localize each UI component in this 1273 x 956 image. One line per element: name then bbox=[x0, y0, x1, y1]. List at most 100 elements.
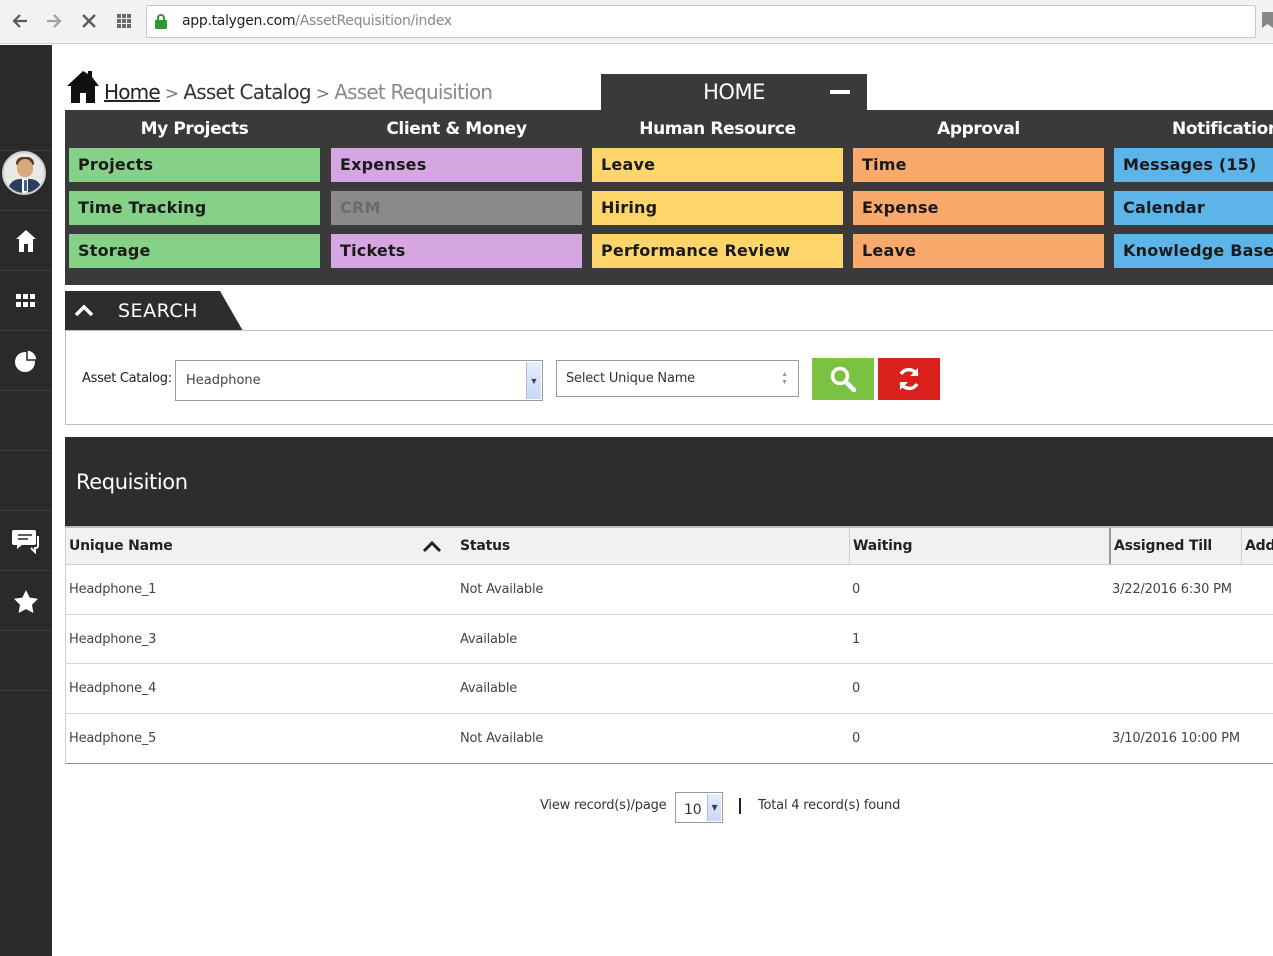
menu-heading: Human Resource bbox=[639, 119, 796, 139]
sidebar-item-blank-1 bbox=[0, 391, 52, 451]
menu-item-approval-time[interactable]: Time bbox=[853, 148, 1104, 182]
requisition-title: Requisition bbox=[76, 470, 188, 494]
sort-ascending-icon[interactable] bbox=[421, 538, 443, 554]
cell-status: Not Available bbox=[460, 730, 544, 746]
column-header-unique-name[interactable]: Unique Name bbox=[66, 528, 458, 564]
bookmark-icon[interactable] bbox=[1262, 12, 1273, 28]
cell-waiting: 1 bbox=[852, 631, 861, 647]
cell-waiting: 0 bbox=[852, 730, 861, 746]
cell-unique-name: Headphone_3 bbox=[69, 631, 157, 647]
chevron-down-icon[interactable]: ▼ bbox=[707, 794, 721, 821]
lock-icon bbox=[155, 14, 167, 29]
breadcrumb-separator: > bbox=[315, 84, 330, 104]
total-records-text: Total 4 record(s) found bbox=[758, 798, 901, 813]
column-header-assigned-till[interactable]: Assigned Till bbox=[1109, 528, 1241, 564]
cell-assigned-till: 3/22/2016 6:30 PM bbox=[1112, 582, 1232, 597]
menu-item-storage[interactable]: Storage bbox=[69, 234, 320, 268]
home-icon bbox=[16, 229, 36, 252]
home-icon[interactable] bbox=[66, 68, 100, 104]
requisition-header: Requisition bbox=[65, 437, 1273, 526]
menu-heading: Client & Money bbox=[386, 119, 527, 139]
page-size-value: 10 bbox=[684, 802, 702, 818]
requisition-table: Unique Name Status Waiting Assigned Till… bbox=[65, 526, 1273, 764]
breadcrumb-current: Asset Requisition bbox=[334, 80, 493, 104]
search-toggle-tab[interactable]: SEARCH bbox=[65, 291, 243, 331]
home-tab-label: HOME bbox=[703, 80, 765, 104]
main-menu: My Projects Projects Time Tracking Stora… bbox=[65, 110, 1273, 285]
cell-assigned-till bbox=[1109, 664, 1112, 713]
menu-item-hiring[interactable]: Hiring bbox=[592, 191, 843, 225]
cell-waiting: 0 bbox=[852, 681, 861, 696]
menu-item-approval-expense[interactable]: Expense bbox=[853, 191, 1104, 225]
pie-chart-icon bbox=[15, 348, 38, 372]
back-arrow-icon[interactable] bbox=[9, 10, 31, 32]
table-row[interactable]: Headphone_5 Not Available 0 3/10/2016 10… bbox=[66, 714, 1273, 764]
address-bar[interactable]: app.talygen.com/AssetRequisition/index bbox=[146, 5, 1256, 38]
breadcrumb-asset-catalog: Asset Catalog bbox=[183, 80, 311, 104]
menu-item-projects[interactable]: Projects bbox=[69, 148, 320, 182]
chat-icon bbox=[12, 529, 39, 554]
reset-button[interactable] bbox=[878, 358, 940, 400]
sidebar-item-favorites[interactable] bbox=[0, 571, 52, 631]
menu-item-messages[interactable]: Messages (15) bbox=[1114, 148, 1273, 182]
menu-item-approval-leave[interactable]: Leave bbox=[853, 234, 1104, 268]
menu-item-time-tracking[interactable]: Time Tracking bbox=[69, 191, 320, 225]
menu-column-notifications: Notifications Messages (15) Calendar Kno… bbox=[1114, 110, 1273, 277]
sidebar-item-home[interactable] bbox=[0, 211, 52, 271]
unique-name-placeholder: Select Unique Name bbox=[566, 371, 695, 386]
sidebar-item-reports[interactable] bbox=[0, 331, 52, 391]
browser-toolbar: app.talygen.com/AssetRequisition/index bbox=[0, 0, 1273, 44]
cell-unique-name: Headphone_5 bbox=[69, 730, 157, 746]
menu-heading: My Projects bbox=[140, 119, 249, 139]
menu-column-human-resource: Human Resource Leave Hiring Performance … bbox=[592, 110, 843, 277]
asset-catalog-value: Headphone bbox=[186, 373, 261, 388]
breadcrumb-home-link[interactable]: Home bbox=[104, 80, 161, 104]
table-header-row: Unique Name Status Waiting Assigned Till… bbox=[66, 528, 1273, 565]
menu-column-approval: Approval Time Expense Leave bbox=[853, 110, 1104, 277]
sidebar-item-apps[interactable] bbox=[0, 271, 52, 331]
cell-waiting: 0 bbox=[852, 582, 861, 597]
home-menu-tab[interactable]: HOME bbox=[601, 74, 867, 110]
menu-item-knowledge-base[interactable]: Knowledge Base bbox=[1114, 234, 1273, 268]
table-row[interactable]: Headphone_3 Available 1 bbox=[66, 615, 1273, 664]
url-text[interactable]: app.talygen.com/AssetRequisition/index bbox=[182, 13, 452, 29]
star-icon bbox=[14, 589, 38, 613]
menu-item-leave[interactable]: Leave bbox=[592, 148, 843, 182]
table-row[interactable]: Headphone_1 Not Available 0 3/22/2016 6:… bbox=[66, 565, 1273, 615]
search-button[interactable] bbox=[812, 358, 874, 400]
stop-loading-icon[interactable] bbox=[78, 10, 100, 32]
avatar[interactable] bbox=[2, 151, 46, 195]
left-sidebar bbox=[0, 45, 52, 956]
menu-item-tickets[interactable]: Tickets bbox=[331, 234, 582, 268]
cell-status: Available bbox=[460, 681, 518, 696]
breadcrumb: Home > Asset Catalog > Asset Requisition bbox=[66, 68, 493, 104]
table-row[interactable]: Headphone_4 Available 0 bbox=[66, 664, 1273, 714]
column-header-add[interactable]: Add bbox=[1241, 528, 1273, 564]
cell-assigned-till bbox=[1109, 615, 1112, 664]
forward-arrow-icon[interactable] bbox=[43, 10, 65, 32]
menu-item-calendar[interactable]: Calendar bbox=[1114, 191, 1273, 225]
sidebar-spacer bbox=[0, 90, 52, 151]
column-header-waiting[interactable]: Waiting bbox=[849, 528, 1109, 564]
menu-item-expenses[interactable]: Expenses bbox=[331, 148, 582, 182]
cell-unique-name: Headphone_4 bbox=[69, 681, 157, 696]
menu-heading: Approval bbox=[937, 119, 1020, 139]
cell-status: Not Available bbox=[460, 582, 544, 597]
cell-status: Available bbox=[460, 631, 518, 647]
menu-item-crm: CRM bbox=[331, 191, 582, 225]
search-panel: Asset Catalog: Headphone ▼ Select Unique… bbox=[65, 330, 1273, 425]
menu-column-client-money: Client & Money Expenses CRM Tickets bbox=[331, 110, 582, 277]
sidebar-item-blank-3 bbox=[0, 631, 52, 691]
collapse-minus-icon[interactable] bbox=[830, 90, 850, 94]
unique-name-select[interactable]: Select Unique Name ▲ ▼ bbox=[556, 360, 799, 397]
column-header-status[interactable]: Status bbox=[457, 528, 849, 564]
asset-catalog-select[interactable]: Headphone ▼ bbox=[175, 360, 543, 401]
chevron-down-icon[interactable]: ▼ bbox=[526, 362, 541, 399]
apps-grid-icon[interactable] bbox=[113, 10, 135, 32]
page-size-select[interactable]: 10 ▼ bbox=[675, 792, 723, 823]
pager-divider bbox=[739, 798, 741, 814]
search-tab-label: SEARCH bbox=[118, 300, 198, 322]
asset-catalog-label: Asset Catalog: bbox=[82, 371, 172, 386]
sidebar-item-chat[interactable] bbox=[0, 511, 52, 571]
menu-item-performance-review[interactable]: Performance Review bbox=[592, 234, 843, 268]
